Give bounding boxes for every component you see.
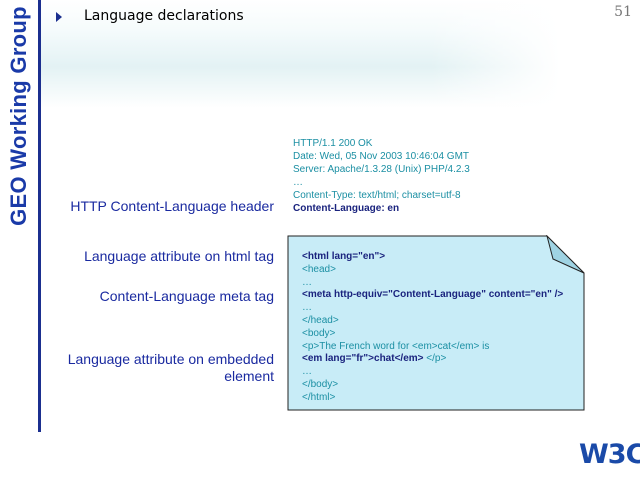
- page-number: 51: [614, 4, 632, 20]
- code-text: <body>: [302, 327, 336, 339]
- http-response-block: HTTP/1.1 200 OK Date: Wed, 05 Nov 2003 1…: [293, 137, 470, 215]
- http-line: Content-Type: text/html; charset=utf-8: [293, 189, 470, 202]
- code-highlight-text: Content-Language: en: [293, 203, 400, 214]
- code-line: <html lang="en">: [302, 251, 563, 264]
- slide-title: Language declarations: [84, 8, 244, 24]
- code-line: …: [302, 366, 563, 379]
- code-line: </body>: [302, 379, 563, 392]
- title-bullet-icon: [56, 12, 62, 22]
- code-line: </head>: [302, 315, 563, 328]
- code-text: …: [302, 276, 312, 288]
- code-highlight-text: <meta http-equiv="Content-Language" cont…: [302, 289, 564, 301]
- label-embedded-line1: Language attribute on embedded: [67, 351, 274, 367]
- code-line: <em lang="fr">chat</em> </p>: [302, 353, 563, 366]
- code-text: …: [293, 177, 303, 188]
- http-line: Server: Apache/1.3.28 (Unix) PHP/4.2.3: [293, 163, 470, 176]
- http-line: Date: Wed, 05 Nov 2003 10:46:04 GMT: [293, 150, 470, 163]
- code-suffix-text: </p>: [423, 353, 447, 365]
- code-text: …: [302, 302, 312, 314]
- sidebar-group-title: GEO Working Group: [6, 6, 31, 226]
- w3c-logo: W3C ®: [579, 438, 640, 472]
- code-text: HTTP/1.1 200 OK: [293, 138, 373, 149]
- code-highlight-text: <html lang="en">: [302, 251, 386, 262]
- code-text: <p>The French word for <em>cat</em> is: [302, 340, 490, 352]
- code-text: Server: Apache/1.3.28 (Unix) PHP/4.2.3: [293, 164, 470, 175]
- code-text: <head>: [302, 263, 336, 275]
- code-text: </body>: [302, 378, 339, 390]
- code-line: …: [302, 277, 563, 290]
- code-highlight-text: <em lang="fr">chat</em>: [302, 353, 424, 365]
- http-line: …: [293, 176, 470, 189]
- label-meta-tag: Content-Language meta tag: [99, 288, 274, 304]
- header-band-fade: [430, 0, 560, 108]
- code-text: </html>: [302, 391, 336, 403]
- label-http-header: HTTP Content-Language header: [70, 198, 274, 214]
- code-line: <p>The French word for <em>cat</em> is: [302, 341, 563, 354]
- code-text: Date: Wed, 05 Nov 2003 10:46:04 GMT: [293, 151, 470, 162]
- sidebar-rule: [38, 0, 41, 432]
- http-line: HTTP/1.1 200 OK: [293, 137, 470, 150]
- code-text: </head>: [302, 314, 339, 326]
- code-line: <meta http-equiv="Content-Language" cont…: [302, 289, 563, 302]
- code-line: <head>: [302, 264, 563, 277]
- code-lines: <html lang="en"> <head> … <meta http-equ…: [302, 251, 563, 405]
- label-html-tag: Language attribute on html tag: [84, 248, 274, 264]
- http-line: Content-Language: en: [293, 202, 470, 215]
- code-line: </html>: [302, 392, 563, 405]
- label-embedded-line2: element: [224, 368, 274, 384]
- code-text: …: [302, 366, 312, 378]
- sidebar-title-container: GEO Working Group: [2, 0, 36, 232]
- code-line: <body>: [302, 328, 563, 341]
- code-text: Content-Type: text/html; charset=utf-8: [293, 190, 461, 201]
- label-embedded-element: Language attribute on embedded element: [68, 351, 274, 385]
- code-line: …: [302, 302, 563, 315]
- w3c-logo-text: W3C: [579, 439, 640, 470]
